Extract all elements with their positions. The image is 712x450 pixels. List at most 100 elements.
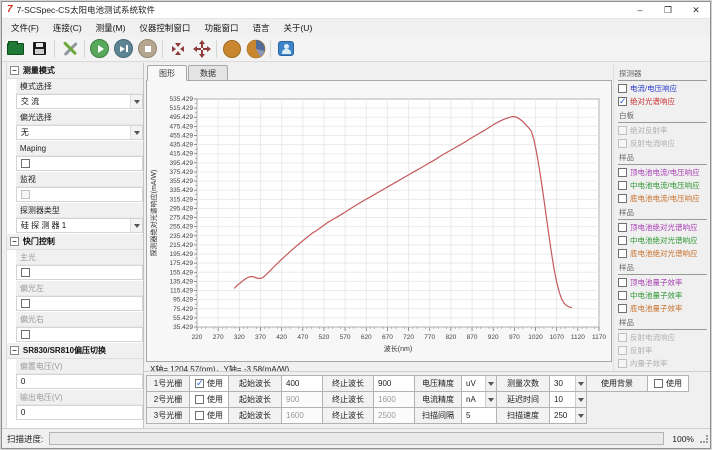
measurement-option[interactable]: 顶电池量子效率	[618, 277, 707, 288]
menu-item[interactable]: 语言	[245, 20, 276, 36]
checkbox[interactable]	[618, 236, 627, 245]
checkbox[interactable]	[654, 379, 663, 388]
chevron-down-icon[interactable]	[485, 376, 496, 391]
menu-item[interactable]: 测量(M)	[89, 20, 133, 36]
measurement-option[interactable]: 绝对光谱响应	[618, 96, 707, 107]
measurement-option[interactable]: 反射率	[618, 345, 707, 356]
group-header[interactable]: −测量模式	[7, 63, 143, 79]
window-title: 7-SCSpec-CS太阳电池测试系统软件	[17, 4, 155, 16]
close-button[interactable]: ✕	[682, 2, 710, 18]
checkbox[interactable]	[195, 395, 204, 404]
checkbox[interactable]	[618, 168, 627, 177]
chevron-down-icon[interactable]	[575, 408, 586, 423]
checkbox[interactable]	[195, 411, 204, 420]
cell-select[interactable]: 250	[549, 407, 587, 424]
cell-input[interactable]: 400	[281, 375, 323, 392]
collapse-icon[interactable]: −	[10, 346, 19, 355]
checkbox[interactable]	[618, 278, 627, 287]
status-circle-icon[interactable]	[221, 38, 242, 59]
property-input[interactable]: 0	[16, 374, 143, 389]
checkbox[interactable]	[618, 223, 627, 232]
checkbox[interactable]	[21, 159, 30, 168]
checkbox[interactable]	[618, 304, 627, 313]
cell-label: 电流精度	[414, 391, 462, 408]
measurement-option[interactable]: 中电池量子效率	[618, 290, 707, 301]
chevron-down-icon[interactable]	[575, 376, 586, 391]
move-arrows-icon[interactable]	[191, 38, 212, 59]
cell-input[interactable]: 5	[461, 407, 497, 424]
chevron-down-icon[interactable]	[575, 392, 586, 407]
use-checkbox-cell[interactable]: 使用	[189, 375, 229, 392]
checkbox[interactable]	[618, 249, 627, 258]
tab-data[interactable]: 数据	[188, 65, 228, 80]
property-checkbox-row	[16, 265, 143, 280]
checkbox[interactable]	[21, 299, 30, 308]
save-icon[interactable]	[29, 38, 50, 59]
chart-area[interactable]: 35.42955.42975.42995.429115.429135.42915…	[146, 81, 612, 362]
menu-item[interactable]: 关于(U)	[276, 20, 319, 36]
maximize-button[interactable]: ❐	[654, 2, 682, 18]
cell-select[interactable]: 10	[549, 391, 587, 408]
property-select[interactable]: 无	[16, 125, 143, 140]
use-checkbox-cell[interactable]: 使用	[189, 391, 229, 408]
chevron-down-icon[interactable]	[130, 219, 142, 232]
use-checkbox-cell[interactable]: 使用	[647, 375, 689, 392]
step-run-icon[interactable]	[113, 38, 134, 59]
checkbox[interactable]	[618, 194, 627, 203]
tab-graph[interactable]: 图形	[147, 65, 187, 81]
pie-chart-icon[interactable]	[245, 38, 266, 59]
resize-grip[interactable]	[700, 435, 708, 443]
cell-select[interactable]: nA	[461, 391, 497, 408]
checkbox[interactable]	[21, 330, 30, 339]
checkbox[interactable]	[618, 181, 627, 190]
user-info-icon[interactable]	[275, 38, 296, 59]
measurement-option[interactable]: 底电池量子效率	[618, 303, 707, 314]
measurement-option[interactable]: 电流/电压响应	[618, 83, 707, 94]
cell-input[interactable]: 900	[373, 375, 415, 392]
stop-icon[interactable]	[137, 38, 158, 59]
chevron-down-icon[interactable]	[130, 95, 142, 108]
cell-select[interactable]: 30	[549, 375, 587, 392]
collapse-arrows-icon[interactable]	[167, 38, 188, 59]
measurement-option[interactable]: 顶电池绝对光谱响应	[618, 222, 707, 233]
cell-select[interactable]: uV	[461, 375, 497, 392]
chevron-down-icon[interactable]	[485, 392, 496, 407]
x-tick-label: 220	[192, 334, 203, 341]
use-checkbox-cell[interactable]: 使用	[189, 407, 229, 424]
property-select[interactable]: 交 流	[16, 94, 143, 109]
property-select[interactable]: 硅 探 测 器 1	[16, 218, 143, 233]
minimize-button[interactable]: –	[626, 2, 654, 18]
cell-label: 延迟时间	[496, 391, 550, 408]
menu-item[interactable]: 功能窗口	[197, 20, 245, 36]
checkbox[interactable]	[21, 268, 30, 277]
group-header[interactable]: −SR830/SR810偏压切换	[7, 343, 143, 359]
checkbox[interactable]	[618, 291, 627, 300]
measurement-option[interactable]: 反射电流响应	[618, 332, 707, 343]
checkbox[interactable]	[195, 379, 204, 388]
start-icon[interactable]	[89, 38, 110, 59]
measurement-option[interactable]: 反射电流响应	[618, 138, 707, 149]
measurement-option[interactable]: 中电池绝对光谱响应	[618, 235, 707, 246]
group-header[interactable]: −快门控制	[7, 234, 143, 250]
y-tick-label: 455.429	[170, 132, 194, 139]
property-label: 偏置电压(V)	[16, 359, 143, 374]
settings-tools-icon[interactable]	[59, 38, 80, 59]
property-label: 偏光左	[16, 281, 143, 296]
menu-item[interactable]: 连接(C)	[46, 20, 89, 36]
menu-item[interactable]: 仪器控制窗口	[132, 20, 197, 36]
open-file-icon[interactable]	[5, 38, 26, 59]
property-input[interactable]: 0	[16, 405, 143, 420]
right-column: 图形数据 35.42955.42975.42995.429115.429135.…	[144, 63, 710, 428]
checkbox[interactable]	[618, 97, 627, 106]
measurement-option[interactable]: 底电池电流/电压响应	[618, 193, 707, 204]
measurement-option[interactable]: 顶电池电流/电压响应	[618, 167, 707, 178]
collapse-icon[interactable]: −	[10, 237, 19, 246]
collapse-icon[interactable]: −	[10, 66, 19, 75]
chevron-down-icon[interactable]	[130, 126, 142, 139]
menu-item[interactable]: 文件(F)	[4, 20, 46, 36]
checkbox[interactable]	[618, 84, 627, 93]
measurement-option[interactable]: 内量子效率	[618, 358, 707, 369]
measurement-option[interactable]: 绝对反射率	[618, 125, 707, 136]
measurement-option[interactable]: 底电池绝对光谱响应	[618, 248, 707, 259]
measurement-option[interactable]: 中电池电流/电压响应	[618, 180, 707, 191]
